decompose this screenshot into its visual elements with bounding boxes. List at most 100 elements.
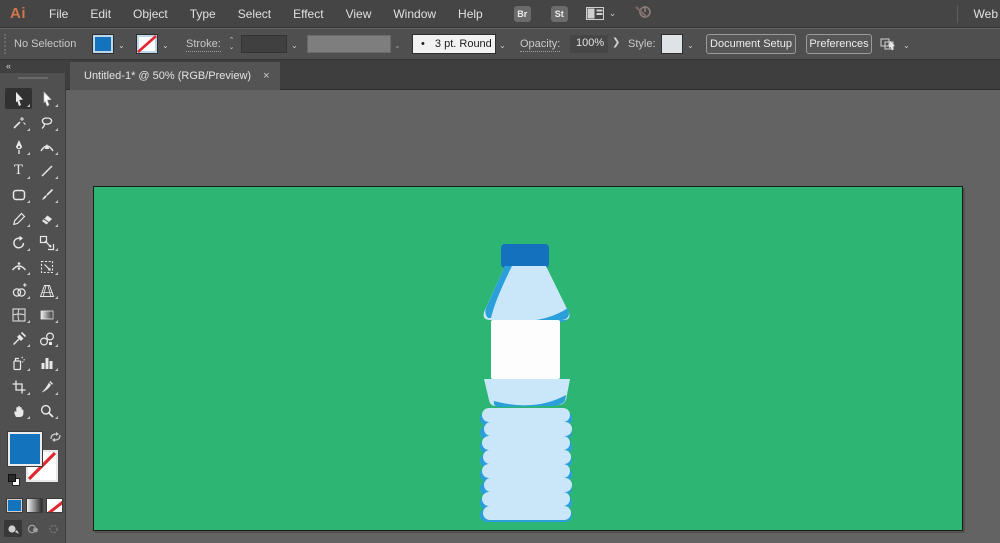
symbol-sprayer-tool[interactable]: [5, 352, 32, 373]
menu-object[interactable]: Object: [122, 0, 179, 28]
water-bottle-illustration[interactable]: [480, 242, 576, 524]
magic-wand-tool[interactable]: [5, 112, 32, 133]
curvature-icon: [39, 143, 54, 151]
color-mode-button[interactable]: [6, 498, 23, 513]
line-segment-tool[interactable]: [33, 160, 60, 181]
opacity-field[interactable]: 100%: [570, 35, 608, 53]
shape-builder-tool[interactable]: [5, 280, 32, 301]
perspective-grid-tool[interactable]: [33, 280, 60, 301]
menu-view[interactable]: View: [335, 0, 383, 28]
selection-status: No Selection: [14, 38, 77, 50]
control-bar: No Selection ⌄ ⌄ Stroke: ⌃ ⌄ ⌄ ⌄ • 3 pt. …: [0, 29, 1000, 60]
width-icon: [11, 261, 26, 270]
type-tool[interactable]: T: [5, 160, 32, 181]
selection-tool[interactable]: [5, 88, 32, 109]
chevron-down-icon[interactable]: ⌄: [499, 41, 506, 50]
fill-color-swatch[interactable]: [92, 34, 114, 54]
gradient-mode-button[interactable]: [26, 498, 43, 513]
paintbrush-tool[interactable]: [33, 184, 60, 205]
eyedropper-tool[interactable]: [5, 328, 32, 349]
panel-grip[interactable]: [4, 34, 6, 54]
stroke-weight-label[interactable]: Stroke:: [186, 38, 221, 52]
canvas-area[interactable]: [67, 91, 1000, 543]
eraser-tool[interactable]: [33, 208, 60, 229]
bottle-ribs: [480, 408, 572, 522]
gradient-tool[interactable]: [33, 304, 60, 325]
document-tab-bar: Untitled-1* @ 50% (RGB/Preview) ×: [66, 60, 1000, 90]
menu-select[interactable]: Select: [227, 0, 282, 28]
direct-selection-tool[interactable]: [33, 88, 60, 109]
menu-type[interactable]: Type: [179, 0, 227, 28]
stroke-weight-stepper[interactable]: ⌃ ⌄: [226, 35, 237, 53]
rotate-icon: [12, 235, 24, 249]
chevron-down-icon[interactable]: ⌄: [687, 41, 694, 50]
brush-definition-dropdown[interactable]: • 3 pt. Round: [412, 34, 496, 54]
menu-edit[interactable]: Edit: [79, 0, 122, 28]
workspace-name[interactable]: Web: [974, 7, 1000, 21]
touch-workspace-icon[interactable]: [634, 4, 652, 24]
lasso-icon: [41, 116, 52, 129]
blend-tool[interactable]: [33, 328, 60, 349]
stroke-color-swatch[interactable]: [136, 34, 158, 54]
panel-drag-grip[interactable]: [18, 77, 48, 79]
stroke-weight-field[interactable]: [241, 35, 287, 53]
none-slash-icon: [137, 35, 157, 53]
type-tool-icon: T: [14, 163, 23, 178]
scale-tool[interactable]: [33, 232, 60, 253]
chevron-down-icon[interactable]: ⌄: [118, 41, 125, 50]
pen-icon: [15, 139, 22, 154]
menu-window[interactable]: Window: [382, 0, 447, 28]
slice-knife-icon: [41, 380, 53, 392]
opacity-label[interactable]: Opacity:: [520, 38, 561, 52]
brush-name: 3 pt. Round: [434, 38, 492, 50]
default-fill-stroke-icon[interactable]: [8, 474, 20, 486]
width-tool[interactable]: [5, 256, 32, 277]
preferences-button[interactable]: Preferences: [806, 34, 872, 54]
rounded-rectangle-icon: [12, 189, 25, 200]
chevron-down-icon[interactable]: ⌄: [162, 41, 169, 50]
paintbrush-icon: [41, 188, 53, 200]
menu-effect[interactable]: Effect: [282, 0, 334, 28]
chevron-down-icon: ⌄: [608, 8, 617, 18]
slice-tool[interactable]: [33, 376, 60, 397]
document-setup-button[interactable]: Document Setup: [706, 34, 796, 54]
draw-normal-button[interactable]: [4, 520, 22, 537]
stock-button[interactable]: St: [550, 5, 568, 22]
bottle-label: [491, 320, 560, 379]
draw-behind-button[interactable]: [24, 520, 42, 537]
rotate-tool[interactable]: [5, 232, 32, 253]
eyedropper-icon: [12, 331, 26, 345]
select-similar-icon[interactable]: [880, 36, 898, 55]
fill-proxy-swatch[interactable]: [8, 432, 42, 466]
column-graph-tool[interactable]: [33, 352, 60, 373]
chevron-down-icon[interactable]: ⌄: [903, 41, 910, 50]
document-tab[interactable]: Untitled-1* @ 50% (RGB/Preview) ×: [70, 62, 280, 90]
pen-tool[interactable]: [5, 136, 32, 157]
zoom-tool[interactable]: [33, 400, 60, 421]
close-icon[interactable]: ×: [263, 70, 269, 82]
workspace-layout-icon: [585, 7, 604, 20]
workspace-switcher[interactable]: ⌄: [585, 7, 617, 20]
lasso-tool[interactable]: [33, 112, 60, 133]
zoom-magnifier-icon: [40, 404, 54, 418]
pencil-tool[interactable]: [5, 208, 32, 229]
menu-file[interactable]: File: [38, 0, 79, 28]
rectangle-tool[interactable]: [5, 184, 32, 205]
swap-fill-stroke-icon[interactable]: [49, 430, 62, 448]
opacity-stepper-arrow[interactable]: ❯: [612, 37, 620, 48]
menu-help[interactable]: Help: [447, 0, 494, 28]
mesh-tool[interactable]: [5, 304, 32, 325]
artboard[interactable]: [93, 186, 963, 531]
style-swatch[interactable]: [661, 34, 683, 54]
tools-panel: « T: [0, 60, 66, 543]
curvature-tool[interactable]: [33, 136, 60, 157]
chevron-down-icon[interactable]: ⌄: [291, 41, 298, 50]
draw-inside-button[interactable]: [44, 520, 62, 537]
free-transform-tool[interactable]: [33, 256, 60, 277]
line-icon: [40, 164, 53, 177]
artboard-tool[interactable]: [5, 376, 32, 397]
collapse-panel-button[interactable]: «: [0, 60, 66, 73]
none-mode-button[interactable]: [46, 498, 63, 513]
hand-tool[interactable]: [5, 400, 32, 421]
bridge-button[interactable]: Br: [513, 5, 531, 22]
